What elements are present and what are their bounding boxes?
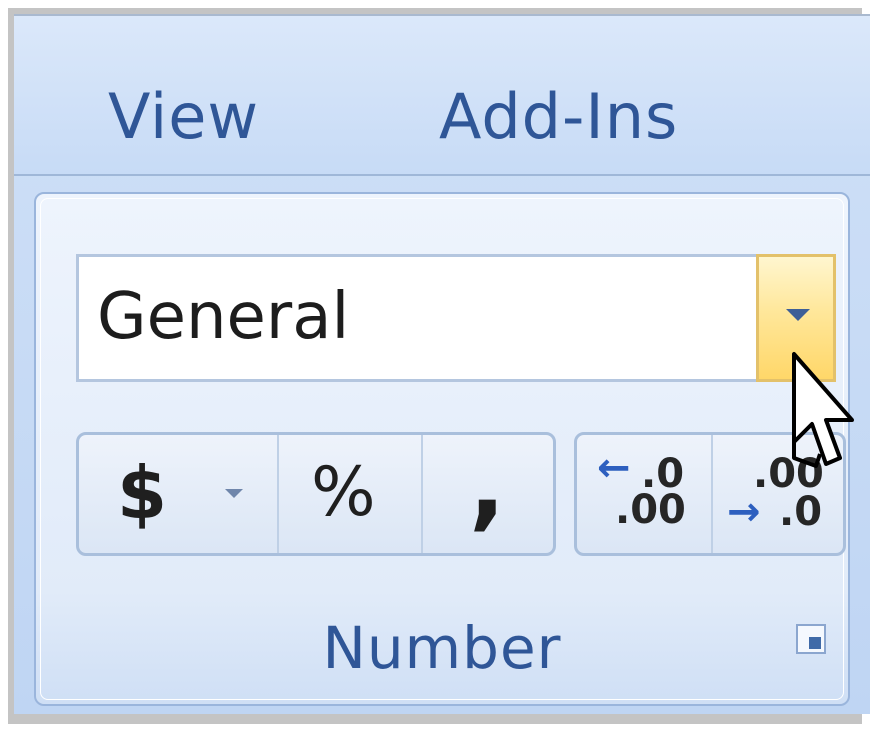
arrow-right-icon: →	[727, 489, 761, 535]
increase-decimal-button[interactable]: ← .0 .00	[577, 435, 713, 553]
currency-button[interactable]: $	[79, 435, 279, 553]
tab-view[interactable]: View	[108, 80, 259, 153]
chevron-down-icon	[786, 309, 810, 321]
ribbon-tab-bar: View Add-Ins	[14, 16, 870, 176]
ribbon: View Add-Ins General $ % , ← .0 .00 .00 …	[14, 14, 870, 714]
group-label: Number	[322, 614, 562, 682]
decrease-decimal-button[interactable]: .00 → .0	[713, 435, 843, 553]
percent-label: %	[311, 453, 376, 532]
comma-label: ,	[469, 432, 506, 541]
percent-style-button[interactable]: %	[279, 435, 423, 553]
comma-style-button[interactable]: ,	[423, 432, 553, 553]
increase-decimal-bottom: .00	[615, 487, 686, 533]
tab-add-ins[interactable]: Add-Ins	[439, 80, 678, 153]
dialog-launcher-icon[interactable]	[796, 624, 826, 654]
chevron-down-icon[interactable]	[225, 489, 243, 498]
number-group: General $ % , ← .0 .00 .00 → .0 Number	[34, 192, 850, 706]
decimal-buttons-group: ← .0 .00 .00 → .0	[574, 432, 846, 556]
accounting-buttons-group: $ % ,	[76, 432, 556, 556]
arrow-left-icon: ←	[597, 445, 631, 491]
decrease-decimal-top: .00	[753, 451, 824, 497]
currency-label: $	[117, 451, 168, 535]
number-format-value[interactable]: General	[97, 277, 349, 357]
number-format-dropdown-button[interactable]	[756, 254, 836, 382]
decrease-decimal-bottom: .0	[779, 489, 823, 535]
number-format-combo[interactable]: General	[76, 254, 836, 382]
